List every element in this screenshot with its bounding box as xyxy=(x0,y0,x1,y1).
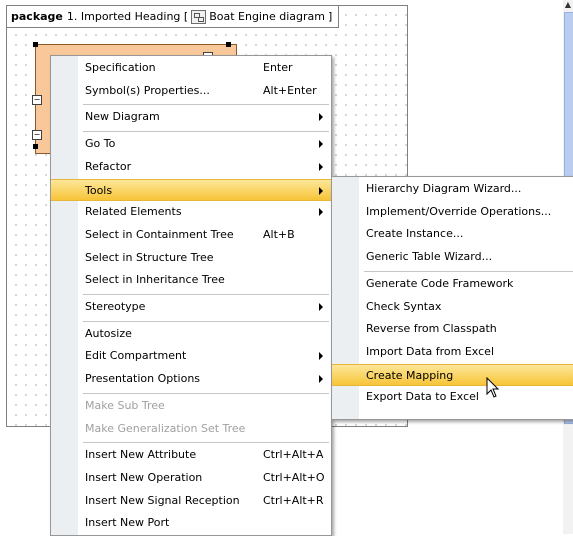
submenu-item-check-syntax[interactable]: Check Syntax xyxy=(332,296,573,318)
menu-item-label: Generate Code Framework xyxy=(366,276,514,290)
selection-handle[interactable] xyxy=(33,42,38,47)
submenu-item-hierarchy-diagram-wizard[interactable]: Hierarchy Diagram Wizard... xyxy=(332,178,573,200)
menu-item-label: Tools xyxy=(85,183,113,197)
menu-item-label: Symbol(s) Properties... xyxy=(85,83,210,97)
submenu-item-create-instance[interactable]: Create Instance... xyxy=(332,223,573,245)
menu-separator xyxy=(83,320,329,322)
menu-item-select-in-containment-tree[interactable]: Select in Containment Tree Alt+B xyxy=(51,224,331,246)
menu-item-insert-new-port[interactable]: Insert New Port xyxy=(51,512,331,534)
menu-item-select-in-inheritance-tree[interactable]: Select in Inheritance Tree xyxy=(51,269,331,291)
menu-item-label: Edit Compartment xyxy=(85,349,187,363)
package-heading: 1. Imported Heading [ xyxy=(66,10,189,23)
menu-item-label: Insert New Attribute xyxy=(85,448,197,462)
diagram-name: Boat Engine diagram xyxy=(209,10,325,23)
menu-separator xyxy=(364,270,573,272)
menu-item-label: Hierarchy Diagram Wizard... xyxy=(366,182,522,195)
menu-item-make-sub-tree: Make Sub Tree xyxy=(51,395,331,417)
submenu-arrow-icon xyxy=(319,113,323,122)
menu-item-label: Create Mapping xyxy=(366,368,454,382)
submenu-arrow-icon xyxy=(319,303,323,311)
submenu-item-create-mapping[interactable]: Create Mapping xyxy=(332,363,573,386)
menu-item-label: Insert New Operation xyxy=(85,470,203,484)
menu-item-label: Related Elements xyxy=(85,205,182,219)
compartment-collapse-icon[interactable]: − xyxy=(32,95,42,105)
tab-bracket: ] xyxy=(327,10,333,23)
menu-item-label: Select in Inheritance Tree xyxy=(85,273,225,287)
menu-separator xyxy=(83,131,329,133)
menu-item-label: Reverse from Classpath xyxy=(366,322,497,336)
menu-item-symbol-s-properties[interactable]: Symbol(s) Properties... Alt+Enter xyxy=(51,80,331,102)
menu-item-label: New Diagram xyxy=(85,110,160,124)
menu-separator xyxy=(83,104,329,106)
menu-item-label: Insert New Signal Reception xyxy=(85,493,240,507)
submenu-arrow-icon xyxy=(319,186,323,195)
submenu-arrow-icon xyxy=(319,375,323,384)
menu-item-shortcut: Alt+B xyxy=(263,227,295,241)
package-keyword: package xyxy=(11,10,63,23)
submenu-arrow-icon xyxy=(319,208,323,217)
submenu-item-reverse-from-classpath[interactable]: Reverse from Classpath xyxy=(332,318,573,340)
submenu-arrow-icon xyxy=(319,140,323,149)
menu-item-label: Specification xyxy=(85,61,156,74)
menu-item-shortcut: Enter xyxy=(263,61,293,74)
submenu-item-import-data-from-excel[interactable]: Import Data from Excel xyxy=(332,341,573,363)
menu-item-label: Create Instance... xyxy=(366,227,464,241)
menu-item-label: Make Sub Tree xyxy=(85,398,165,412)
menu-item-shortcut: Ctrl+Alt+A xyxy=(263,448,324,462)
menu-item-label: Make Generalization Set Tree xyxy=(85,421,246,435)
menu-item-shortcut: Ctrl+Alt+O xyxy=(263,470,325,484)
menu-item-stereotype[interactable]: Stereotype xyxy=(51,296,331,318)
submenu-arrow-icon xyxy=(319,352,323,361)
tools-submenu: Hierarchy Diagram Wizard... Implement/Ove… xyxy=(331,176,573,420)
menu-item-label: Autosize xyxy=(85,326,132,340)
menu-item-label: Select in Structure Tree xyxy=(85,250,214,264)
menu-item-label: Export Data to Excel xyxy=(366,390,479,404)
menu-item-new-diagram[interactable]: New Diagram xyxy=(51,106,331,128)
scroll-up-icon[interactable]: ▲ xyxy=(563,0,573,12)
submenu-item-export-data-to-excel[interactable]: Export Data to Excel xyxy=(332,386,573,408)
menu-item-label: Insert New Port xyxy=(85,516,170,530)
menu-item-label: Stereotype xyxy=(85,300,146,313)
menu-item-go-to[interactable]: Go To xyxy=(51,133,331,155)
class-diagram-icon xyxy=(191,9,207,24)
menu-item-label: Go To xyxy=(85,137,116,151)
context-menu: Specification Enter Symbol(s) Properties..… xyxy=(50,55,332,536)
menu-item-refactor[interactable]: Refactor xyxy=(51,156,331,178)
menu-item-related-elements[interactable]: Related Elements xyxy=(51,201,331,223)
menu-item-edit-compartment[interactable]: Edit Compartment xyxy=(51,345,331,367)
submenu-item-generate-code-framework[interactable]: Generate Code Framework xyxy=(332,273,573,295)
menu-item-tools[interactable]: Tools xyxy=(51,178,331,201)
menu-item-insert-new-attribute[interactable]: Insert New Attribute Ctrl+Alt+A xyxy=(51,444,331,466)
menu-item-label: Generic Table Wizard... xyxy=(366,250,493,264)
menu-item-label: Implement/Override Operations... xyxy=(366,204,552,218)
menu-item-select-in-structure-tree[interactable]: Select in Structure Tree xyxy=(51,247,331,269)
menu-item-insert-new-operation[interactable]: Insert New Operation Ctrl+Alt+O xyxy=(51,467,331,489)
selection-handle[interactable] xyxy=(226,42,231,47)
selection-handle[interactable] xyxy=(33,144,38,149)
menu-item-shortcut: Ctrl+Alt+R xyxy=(263,493,324,507)
submenu-item-implement-override-operations[interactable]: Implement/Override Operations... xyxy=(332,201,573,223)
menu-item-label: Import Data from Excel xyxy=(366,344,494,358)
menu-item-shortcut: Alt+Enter xyxy=(263,83,317,97)
menu-item-label: Check Syntax xyxy=(366,299,442,313)
diagram-frame-tab: package 1. Imported Heading [ Boat Engin… xyxy=(7,6,340,28)
menu-item-specification[interactable]: Specification Enter xyxy=(51,57,331,79)
submenu-arrow-icon xyxy=(319,162,323,171)
menu-item-autosize[interactable]: Autosize xyxy=(51,323,331,345)
menu-item-make-generalization-set-tree: Make Generalization Set Tree xyxy=(51,418,331,440)
menu-separator xyxy=(83,442,329,444)
menu-item-label: Select in Containment Tree xyxy=(85,227,234,241)
submenu-item-generic-table-wizard[interactable]: Generic Table Wizard... xyxy=(332,246,573,268)
menu-item-insert-new-signal-reception[interactable]: Insert New Signal Reception Ctrl+Alt+R xyxy=(51,490,331,512)
menu-item-label: Presentation Options xyxy=(85,372,201,386)
menu-item-label: Refactor xyxy=(85,159,132,173)
mouse-pointer-icon xyxy=(486,377,500,398)
menu-separator xyxy=(83,294,329,295)
menu-separator xyxy=(83,392,329,394)
compartment-collapse-icon[interactable]: − xyxy=(32,130,42,140)
menu-item-presentation-options[interactable]: Presentation Options xyxy=(51,368,331,390)
